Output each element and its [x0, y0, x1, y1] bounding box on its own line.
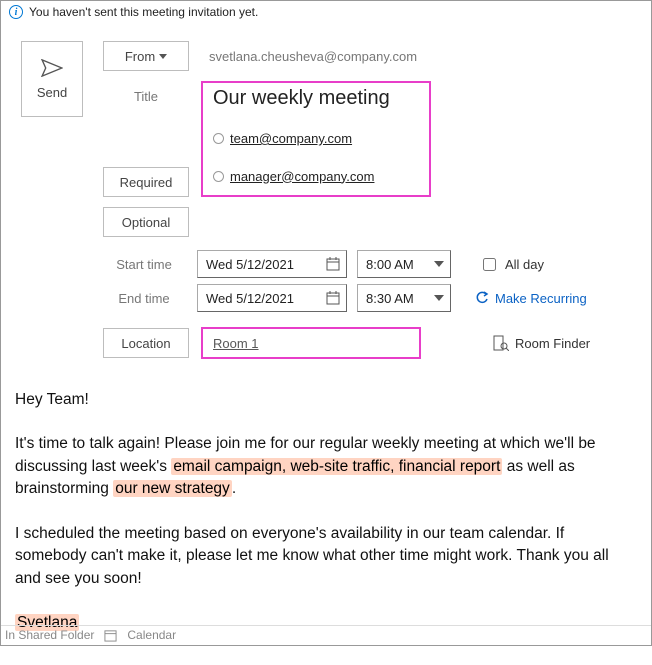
highlight: email campaign, web-site traffic, financ… [171, 458, 502, 475]
body-paragraph-2: I scheduled the meeting based on everyon… [15, 523, 637, 590]
recurring-icon [475, 291, 489, 305]
all-day-label: All day [505, 257, 544, 272]
send-button[interactable]: Send [21, 41, 83, 117]
required-button[interactable]: Required [103, 167, 189, 197]
make-recurring-label: Make Recurring [495, 291, 587, 306]
from-button[interactable]: From [103, 41, 189, 71]
room-finder-label: Room Finder [515, 336, 590, 351]
required-recipient[interactable]: team@company.com [230, 131, 352, 146]
start-time-label: Start time [101, 249, 187, 279]
end-date-input[interactable]: Wed 5/12/2021 [197, 284, 347, 312]
all-day-checkbox[interactable]: All day [479, 255, 544, 274]
start-time-input[interactable]: 8:00 AM [357, 250, 451, 278]
title-input[interactable]: Our weekly meeting [203, 83, 429, 119]
start-date-value: Wed 5/12/2021 [206, 257, 294, 272]
info-icon: i [9, 5, 23, 19]
end-time-input[interactable]: 8:30 AM [357, 284, 451, 312]
location-label: Location [121, 336, 170, 351]
location-input[interactable]: Room 1 [201, 327, 421, 359]
send-label: Send [37, 85, 67, 100]
make-recurring-button[interactable]: Make Recurring [475, 291, 587, 306]
end-time-value: 8:30 AM [366, 291, 414, 306]
optional-label: Optional [122, 215, 170, 230]
required-label: Required [120, 175, 173, 190]
optional-recipient[interactable]: manager@company.com [230, 169, 374, 184]
from-address: svetlana.cheusheva@company.com [201, 49, 417, 64]
presence-icon [213, 133, 224, 144]
status-folder-label: In Shared Folder [5, 628, 94, 642]
status-folder-name: Calendar [127, 628, 176, 642]
chevron-down-icon [434, 261, 444, 267]
calendar-icon [326, 291, 340, 305]
presence-icon [213, 171, 224, 182]
all-day-input[interactable] [483, 258, 496, 271]
optional-field[interactable]: manager@company.com [203, 157, 429, 195]
chevron-down-icon [159, 54, 167, 59]
status-bar: In Shared Folder Calendar [1, 625, 651, 645]
chevron-down-icon [434, 295, 444, 301]
location-value: Room 1 [213, 336, 259, 351]
highlight: our new strategy [113, 480, 232, 497]
room-finder-button[interactable]: Room Finder [493, 335, 641, 351]
optional-button[interactable]: Optional [103, 207, 189, 237]
calendar-small-icon [104, 629, 117, 642]
end-time-label: End time [101, 283, 187, 313]
location-button[interactable]: Location [103, 328, 189, 358]
room-finder-icon [493, 335, 509, 351]
end-date-value: Wed 5/12/2021 [206, 291, 294, 306]
required-field[interactable]: team@company.com [203, 119, 429, 157]
body-greeting: Hey Team! [15, 389, 637, 411]
calendar-icon [326, 257, 340, 271]
from-label: From [125, 49, 155, 64]
start-date-input[interactable]: Wed 5/12/2021 [197, 250, 347, 278]
body-paragraph-1: It's time to talk again! Please join me … [15, 433, 637, 500]
title-label: Title [103, 81, 189, 111]
start-time-value: 8:00 AM [366, 257, 414, 272]
send-icon [41, 59, 63, 77]
meeting-body[interactable]: Hey Team! It's time to talk again! Pleas… [1, 367, 651, 665]
info-bar: i You haven't sent this meeting invitati… [1, 1, 651, 23]
info-text: You haven't sent this meeting invitation… [29, 5, 258, 19]
